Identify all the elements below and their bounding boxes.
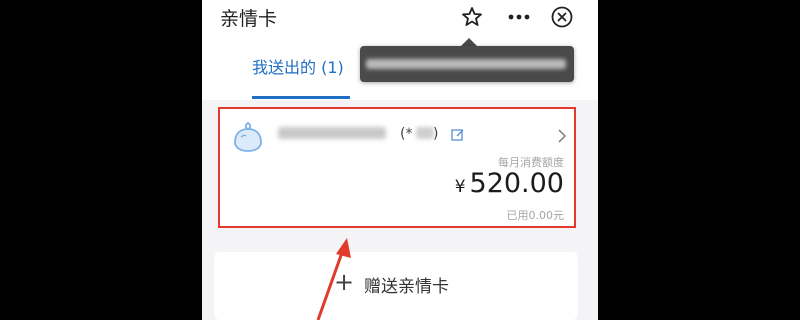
tooltip-blurred <box>360 46 574 82</box>
tooltip-blurred-text <box>366 59 566 69</box>
edit-icon[interactable] <box>451 128 465 142</box>
phone-screen: 亲情卡 我送出的 (1) (* ) 每月消费额度 ¥ 520.00 已用0.00… <box>202 0 598 320</box>
page-title: 亲情卡 <box>220 8 278 30</box>
gift-family-card-button[interactable]: + 赠送亲情卡 <box>214 252 578 320</box>
chevron-right-icon[interactable] <box>556 128 568 144</box>
masked-account-blur <box>416 127 434 139</box>
family-card[interactable]: (* ) 每月消费额度 ¥520.00 已用0.00元 <box>218 107 576 228</box>
left-letterbox <box>0 0 202 320</box>
close-circle-icon[interactable] <box>550 5 574 29</box>
limit-amount: ¥520.00 <box>455 168 564 199</box>
top-bar: 亲情卡 我送出的 (1) <box>202 0 598 100</box>
tab-active-indicator <box>252 96 350 99</box>
currency-symbol: ¥ <box>454 177 466 197</box>
masked-account-prefix: (* <box>400 126 413 142</box>
amount-value: 520.00 <box>469 168 564 199</box>
gift-button-label: 赠送亲情卡 <box>364 277 449 297</box>
tab-sent[interactable]: 我送出的 (1) <box>252 54 344 78</box>
more-icon[interactable] <box>506 5 532 29</box>
plus-icon: + <box>334 268 355 296</box>
bun-avatar-icon <box>234 121 262 152</box>
blurred-name <box>278 127 386 139</box>
star-icon[interactable] <box>460 5 484 29</box>
used-amount: 已用0.00元 <box>506 209 565 222</box>
right-letterbox <box>598 0 800 320</box>
masked-account-suffix: ) <box>433 126 439 142</box>
